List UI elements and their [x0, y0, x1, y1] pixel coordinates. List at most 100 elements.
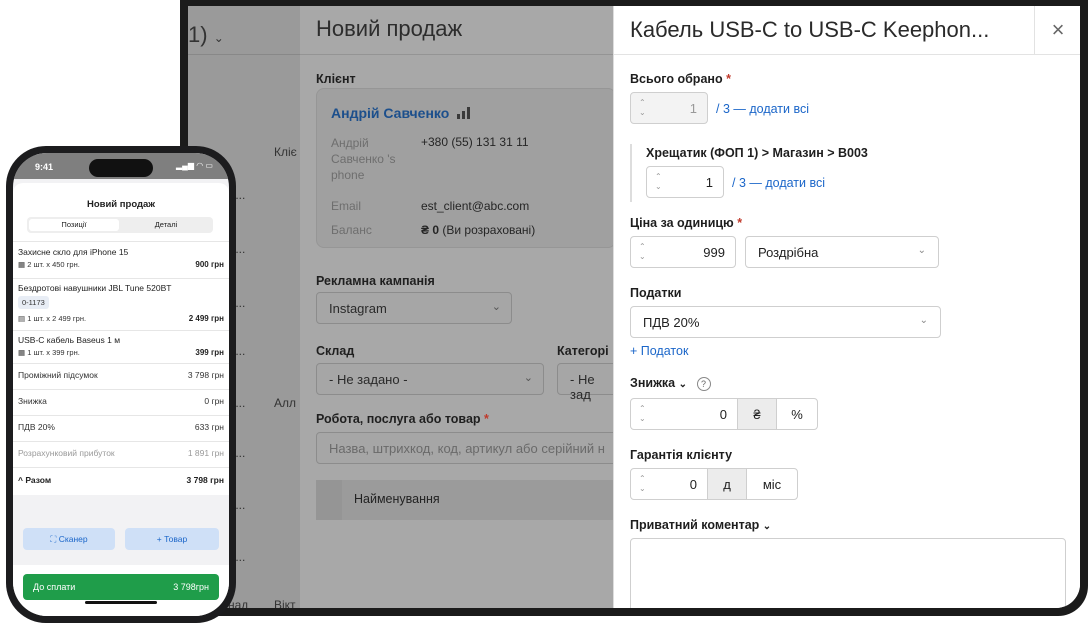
chevron-up-icon[interactable]: ^ [18, 475, 23, 485]
add-all-link[interactable]: / 3 — додати всі [716, 102, 809, 116]
client-label: Клієнт [316, 72, 356, 86]
discount-label: Знижка [630, 376, 676, 390]
stepper-arrows-icon[interactable]: ⌃ ⌄ [639, 242, 646, 262]
total-value: 3 798 грн [186, 475, 225, 485]
add-item-button[interactable]: + Товар [125, 528, 219, 550]
warranty-days-toggle[interactable]: д [707, 468, 747, 500]
list-title: 1) [188, 22, 208, 47]
client-phone: +380 (55) 131 31 11 [421, 135, 529, 149]
client-name[interactable]: Андрій Савченко [331, 105, 449, 121]
chevron-down-icon: ⌄ [523, 372, 533, 384]
chevron-down-icon[interactable]: ⌄ [214, 31, 224, 45]
add-all-link[interactable]: / 3 — додати всі [732, 176, 825, 190]
unit-price-stepper[interactable]: ⌃ ⌄ 999 [630, 236, 736, 268]
phone-label: Андрій Савченко 's phone [331, 136, 396, 182]
email-label: Email [331, 199, 362, 213]
tablet-frame: 1) ⌄ Кліє ) ... ) ... ) ... ) ... ) ... … [180, 0, 1088, 616]
discount-percent-toggle[interactable]: % [776, 398, 818, 430]
phone-frame: 9:41 ▂▄▆ ◠ ▭ Новий продаж Позиції Деталі… [6, 146, 236, 623]
list-item[interactable]: USB-C кабель Baseus 1 м ▦ 1 шт. x 399 гр… [18, 335, 224, 361]
chevron-down-icon[interactable]: ⌄ [763, 521, 771, 532]
close-icon[interactable]: × [1034, 6, 1080, 54]
discount-value: 0 [719, 407, 727, 422]
required-asterisk: * [484, 412, 489, 426]
private-comment-textarea[interactable] [630, 538, 1066, 608]
panel-title: Кабель USB-C to USB-C Keephon... [630, 17, 990, 42]
chevron-down-icon[interactable]: ⌄ [679, 379, 687, 390]
stepper-arrows-icon[interactable]: ⌃ ⌄ [639, 98, 646, 118]
pay-button[interactable]: До сплати 3 798грн [23, 574, 219, 600]
balance-label: Баланс [331, 223, 372, 237]
help-icon[interactable]: ? [696, 377, 711, 391]
location-qty-stepper[interactable]: ⌃ ⌄ 1 [646, 166, 724, 198]
comment-label: Приватний коментар [630, 518, 760, 532]
discount-row: Знижка 0 грн [18, 396, 224, 406]
home-indicator [85, 601, 157, 604]
pay-label: До сплати [33, 582, 76, 592]
list-item[interactable]: Захисне скло для iPhone 15 ▦ 2 шт. x 450… [18, 247, 224, 273]
tab-details[interactable]: Деталі [121, 219, 211, 231]
warehouse-label: Склад [316, 344, 355, 358]
chevron-down-icon: ⌄ [491, 301, 501, 313]
item-price: 2 499 грн [188, 314, 224, 323]
discount-currency-toggle[interactable]: ₴ [737, 398, 777, 430]
tax-select[interactable]: ПДВ 20% ⌄ [630, 306, 941, 338]
category-label: Категорі [557, 344, 609, 358]
vat-row: ПДВ 20% 633 грн [18, 422, 224, 432]
sale-sheet: Новий продаж Позиції Деталі Захисне скло… [13, 183, 229, 616]
vat-label: ПДВ 20% [18, 422, 55, 432]
warranty-stepper[interactable]: ⌃ ⌄ 0 [630, 468, 708, 500]
subtotal-row: Проміжний підсумок 3 798 грн [18, 370, 224, 380]
stepper-arrows-icon[interactable]: ⌃ ⌄ [655, 172, 662, 192]
warranty-months-toggle[interactable]: міс [746, 468, 798, 500]
warehouse-select[interactable]: - Не задано - ⌄ [316, 363, 544, 395]
store-icon: ▦ [18, 348, 26, 357]
vat-value: 633 грн [194, 422, 224, 432]
barcode-icon: ▤ [18, 314, 26, 323]
item-qty: 2 шт. x 450 грн. [27, 260, 80, 269]
tab-positions[interactable]: Позиції [29, 219, 119, 231]
item-name: Бездротові навушники JBL Tune 520BT [18, 283, 172, 293]
scan-icon: ⛶ [50, 533, 57, 544]
list-item[interactable]: Бездротові навушники JBL Tune 520BT 0-11… [18, 283, 224, 329]
page-title: Новий продаж [316, 16, 463, 41]
discount-value: 0 грн [204, 396, 224, 406]
list-cell: Алл [274, 396, 297, 410]
required-asterisk: * [737, 216, 743, 230]
total-selected-stepper[interactable]: ⌃ ⌄ 1 [630, 92, 708, 124]
status-time: 9:41 [35, 162, 54, 172]
profit-label: Розрахунковий прибуток [18, 448, 115, 458]
column-name-header: Найменування [354, 492, 440, 506]
total-selected-value: 1 [689, 101, 697, 116]
items-table-header: Найменування [316, 480, 613, 520]
stepper-arrows-icon[interactable]: ⌃ ⌄ [639, 474, 646, 494]
signal-wifi-battery-icon: ▂▄▆ ◠ ▭ [176, 161, 213, 170]
dynamic-island [89, 159, 153, 177]
item-name: Захисне скло для iPhone 15 [18, 247, 129, 257]
client-email: est_client@abc.com [421, 199, 530, 213]
serial-badge: 0-1173 [18, 296, 49, 309]
scanner-button[interactable]: ⛶ Сканер [23, 528, 115, 550]
total-label: Разом [25, 475, 52, 485]
price-type-select[interactable]: Роздрібна ⌄ [745, 236, 939, 268]
product-label: Робота, послуга або товар [316, 412, 481, 426]
location-qty-value: 1 [705, 175, 713, 190]
item-name: USB-C кабель Baseus 1 м [18, 335, 121, 345]
discount-stepper[interactable]: ⌃ ⌄ 0 [630, 398, 738, 430]
campaign-select[interactable]: Instagram ⌄ [316, 292, 512, 324]
balance-value: ₴ 0 [421, 223, 440, 237]
profit-row: Розрахунковий прибуток 1 891 грн [18, 448, 224, 458]
product-search-input[interactable]: Назва, штрихкод, код, артикул або серійн… [316, 432, 626, 464]
segmented-tabs: Позиції Деталі [27, 217, 213, 233]
add-tax-link[interactable]: + Податок [630, 344, 688, 358]
item-price: 900 грн [195, 260, 224, 269]
total-row[interactable]: ^ Разом 3 798 грн [18, 475, 224, 485]
promo-composite: { "background_page": { "left_fragment": … [0, 0, 1088, 630]
subtotal-value: 3 798 грн [187, 370, 224, 380]
required-asterisk: * [726, 72, 731, 86]
status-bar: 9:41 ▂▄▆ ◠ ▭ [13, 153, 229, 179]
subtotal-label: Проміжний підсумок [18, 370, 98, 380]
stepper-arrows-icon[interactable]: ⌃ ⌄ [639, 404, 646, 424]
warranty-label: Гарантія клієнту [630, 448, 733, 462]
unit-price-label: Ціна за одиницю [630, 216, 734, 230]
